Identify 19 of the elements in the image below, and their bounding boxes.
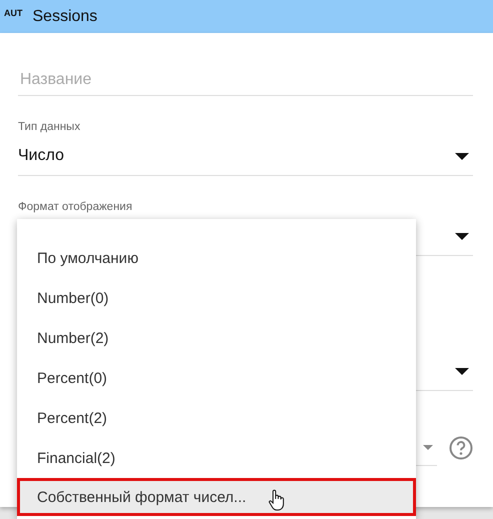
hand-cursor-icon — [268, 489, 286, 511]
menu-item[interactable]: Собственный формат чисел... — [17, 478, 416, 516]
field-label: Тип данных — [18, 121, 82, 133]
help-icon[interactable] — [449, 436, 473, 460]
menu-item[interactable]: Financial(2) — [17, 438, 416, 478]
select-field[interactable]: Число — [18, 137, 473, 176]
field-label: Формат отображения — [18, 201, 134, 213]
app-abbreviation: AUT — [4, 8, 22, 18]
menu-item[interactable]: Percent(0) — [17, 358, 416, 398]
menu-item[interactable]: По умолчанию — [17, 238, 416, 278]
window-title: Sessions — [32, 8, 98, 26]
menu-item[interactable]: Number(0) — [17, 278, 416, 318]
menu-item[interactable]: Number(2) — [17, 318, 416, 358]
dropdown-caret-icon — [455, 152, 469, 160]
dropdown-caret-icon — [423, 444, 433, 450]
dropdown-caret-icon — [455, 232, 469, 240]
dropdown-caret-icon — [455, 368, 469, 374]
menu-item[interactable]: Percent(2) — [17, 398, 416, 438]
name-field[interactable]: Название — [18, 64, 473, 96]
